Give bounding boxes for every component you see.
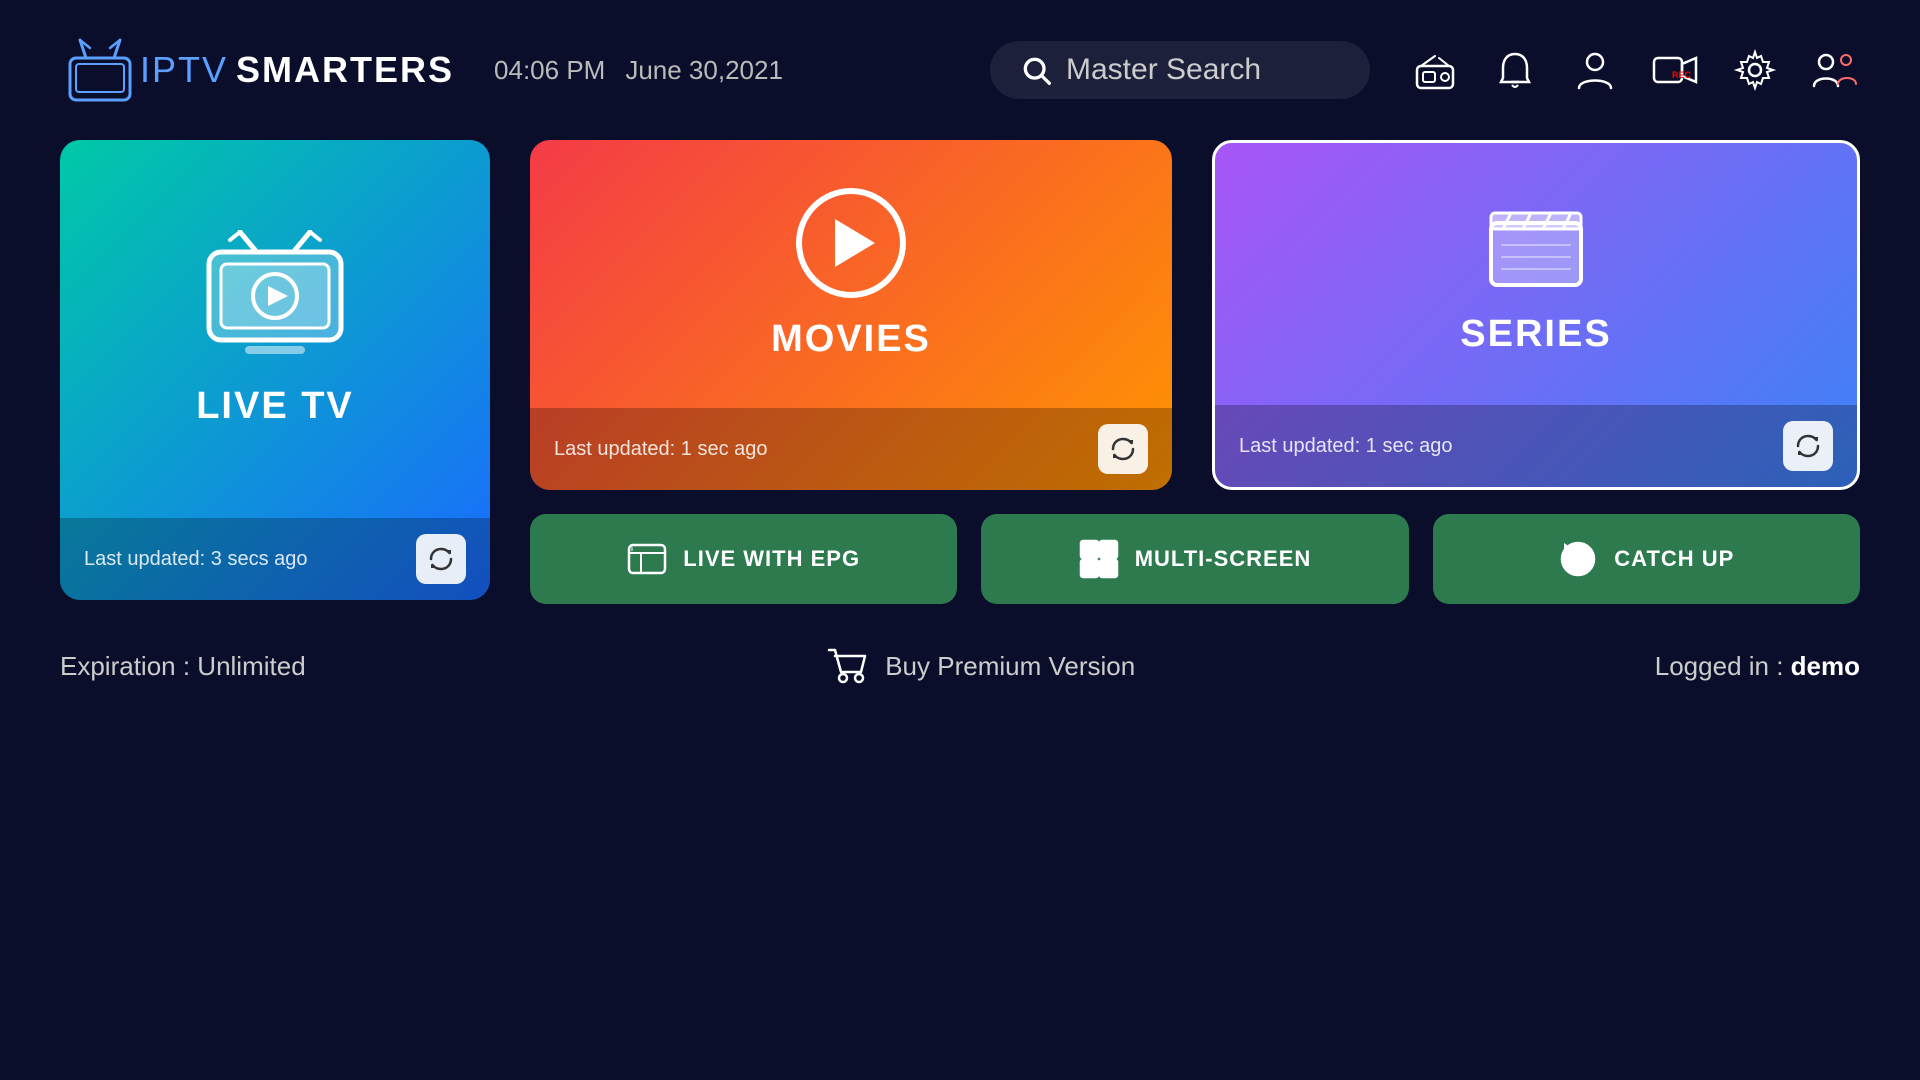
svg-text:i: i (631, 546, 634, 553)
catchup-icon (1558, 539, 1598, 579)
cards-row: LIVE TV Last updated: 3 secs ago (60, 140, 1860, 604)
search-label: Master Search (1066, 53, 1261, 87)
live-tv-label: LIVE TV (196, 385, 354, 428)
right-section: MOVIES Last updated: 1 sec ago (530, 140, 1860, 604)
expiration-text: Expiration : Unlimited (60, 651, 306, 682)
bottom-buttons: i LIVE WITH EPG MULTI-SCREEN (530, 514, 1860, 604)
movies-label: MOVIES (771, 318, 931, 361)
multi-screen-label: MULTI-SCREEN (1135, 546, 1312, 572)
movies-refresh[interactable] (1098, 424, 1148, 474)
movies-icon-area: MOVIES (530, 140, 1172, 408)
multi-screen-icon (1079, 539, 1119, 579)
logged-in-label: Logged in : (1655, 651, 1791, 681)
series-card[interactable]: SERIES Last updated: 1 sec ago (1212, 140, 1860, 490)
catch-up-button[interactable]: CATCH UP (1433, 514, 1860, 604)
search-icon (1020, 54, 1052, 86)
master-search[interactable]: Master Search (990, 41, 1370, 99)
multi-screen-button[interactable]: MULTI-SCREEN (981, 514, 1408, 604)
footer-bar: Expiration : Unlimited Buy Premium Versi… (0, 614, 1920, 718)
movies-series-row: MOVIES Last updated: 1 sec ago (530, 140, 1860, 490)
date-display: June 30,2021 (625, 55, 783, 86)
profile-icon[interactable] (1570, 45, 1620, 95)
buy-premium-label: Buy Premium Version (885, 651, 1135, 682)
recording-icon[interactable]: REC (1650, 45, 1700, 95)
series-refresh[interactable] (1783, 421, 1833, 471)
clapper-icon (1481, 193, 1591, 293)
header-icons: REC (1410, 45, 1860, 95)
logo-area: IPTV SMARTERS (60, 30, 454, 110)
radio-icon[interactable] (1410, 45, 1460, 95)
catch-up-label: CATCH UP (1614, 546, 1734, 572)
settings-icon[interactable] (1730, 45, 1780, 95)
logged-in-user: demo (1791, 651, 1860, 681)
logo-smarters: SMARTERS (236, 49, 454, 91)
movies-footer: Last updated: 1 sec ago (530, 408, 1172, 490)
logo-icon (60, 30, 140, 110)
epg-icon: i (627, 539, 667, 579)
live-tv-icon-area: LIVE TV (60, 140, 490, 518)
notifications-icon[interactable] (1490, 45, 1540, 95)
time-display: 04:06 PM (494, 55, 605, 86)
series-label: SERIES (1460, 313, 1611, 356)
datetime: 04:06 PM June 30,2021 (494, 55, 783, 86)
svg-text:REC: REC (1672, 70, 1692, 80)
series-footer: Last updated: 1 sec ago (1215, 405, 1857, 487)
movies-play-icon (796, 188, 906, 298)
live-epg-button[interactable]: i LIVE WITH EPG (530, 514, 957, 604)
series-icon-area: SERIES (1215, 143, 1857, 405)
live-tv-footer: Last updated: 3 secs ago (60, 518, 490, 600)
live-tv-updated: Last updated: 3 secs ago (84, 548, 308, 571)
logo-iptv: IPTV (140, 49, 228, 91)
cart-icon (825, 644, 869, 688)
logged-in-area: Logged in : demo (1655, 651, 1860, 682)
live-tv-card[interactable]: LIVE TV Last updated: 3 secs ago (60, 140, 490, 600)
header: IPTV SMARTERS 04:06 PM June 30,2021 Mast… (0, 0, 1920, 140)
live-epg-label: LIVE WITH EPG (683, 546, 860, 572)
tv-icon (195, 230, 355, 365)
logo-text-wrapper: IPTV SMARTERS (140, 49, 454, 91)
users-icon[interactable] (1810, 45, 1860, 95)
movies-updated: Last updated: 1 sec ago (554, 438, 768, 461)
movies-card[interactable]: MOVIES Last updated: 1 sec ago (530, 140, 1172, 490)
live-tv-refresh[interactable] (416, 534, 466, 584)
series-updated: Last updated: 1 sec ago (1239, 435, 1453, 458)
buy-premium-button[interactable]: Buy Premium Version (825, 644, 1135, 688)
main-content: LIVE TV Last updated: 3 secs ago (0, 140, 1920, 604)
